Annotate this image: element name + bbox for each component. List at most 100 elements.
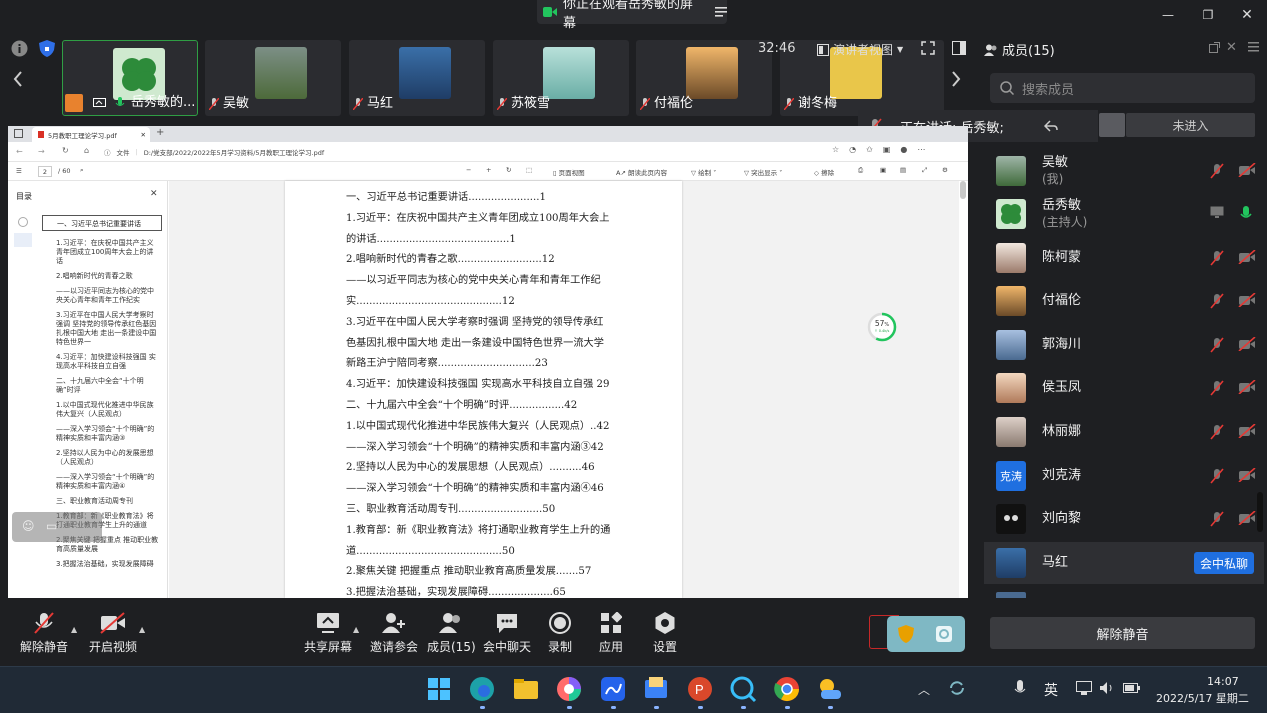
read-aloud-button[interactable]: A↗ 朗读此页内容 (616, 167, 667, 177)
powerpoint-icon[interactable]: P (685, 674, 715, 709)
video-thumbnail[interactable]: 马红 (349, 40, 485, 116)
member-row[interactable]: 陈柯蒙 (990, 237, 1260, 279)
sidebar-toggle-icon[interactable] (952, 41, 966, 55)
video-thumbnail[interactable]: 付福伦 (636, 40, 772, 116)
toc-item[interactable]: 1.以中国式现代化推进中华民族伟大复兴（人民观点） (56, 401, 160, 419)
video-thumbnail[interactable]: 吴敏 (205, 40, 341, 116)
expand-icon[interactable]: ⤢ (922, 166, 927, 175)
back-icon[interactable]: ← (16, 147, 23, 156)
mic-muted-icon[interactable] (1210, 293, 1224, 309)
shield-icon[interactable] (898, 625, 914, 643)
camera-off-icon[interactable] (1238, 293, 1256, 307)
toc-item[interactable]: 3.把握法治基础，实现发展障碍 (56, 560, 160, 569)
forward-icon[interactable]: → (38, 147, 45, 156)
save-as-icon[interactable]: ▤ (900, 166, 906, 174)
erase-button[interactable]: ◇ 擦除 (814, 167, 834, 177)
zoom-in-icon[interactable]: + (486, 166, 491, 174)
weather-app-icon[interactable] (815, 674, 845, 709)
fullscreen-icon[interactable] (921, 41, 935, 55)
toc-item[interactable]: ——深入学习领会“十个明确”的精神实质和丰富内涵④ (56, 473, 160, 491)
url-field[interactable]: ⓘ 文件 | D:/党支部/2022/2022年5月学习资料/5月教职工理论学习… (104, 145, 844, 159)
panel-scrollbar[interactable] (1257, 492, 1263, 532)
info-icon[interactable] (11, 40, 28, 57)
toc-item[interactable]: 4.习近平：加快建设科技强国 实现高水平科技自立自强 (56, 353, 160, 371)
camera-off-icon[interactable] (1238, 337, 1256, 351)
sync-icon[interactable] (948, 679, 966, 697)
popout-icon[interactable] (1209, 42, 1220, 53)
whiteboard-app-icon[interactable] (598, 674, 628, 709)
apps-button[interactable]: 应用 (599, 612, 623, 655)
close-toc-icon[interactable]: ✕ (150, 189, 158, 199)
edge-browser-icon[interactable] (467, 674, 497, 709)
start-video-button[interactable]: 开启视频 (89, 612, 137, 655)
page-number-input[interactable]: 2 (38, 166, 52, 177)
menu-icon[interactable] (1248, 42, 1259, 52)
settings-icon[interactable]: ⚙ (942, 166, 948, 174)
battery-icon[interactable] (1123, 682, 1141, 694)
extensions-icon[interactable]: ◔ (849, 145, 856, 154)
refresh-icon[interactable]: ↻ (62, 146, 69, 155)
mic-muted-icon[interactable] (1210, 424, 1224, 440)
toc-item[interactable]: ——深入学习领会“十个明确”的精神实质和丰富内涵③ (56, 425, 160, 443)
microphone-tray-icon[interactable] (1014, 680, 1026, 698)
camera-off-icon[interactable] (1238, 468, 1256, 482)
restore-button[interactable]: ❐ (1196, 4, 1220, 26)
member-row[interactable]: 林丽娜 (990, 411, 1260, 453)
member-row[interactable]: 岳秀敏 (主持人) (990, 193, 1260, 235)
meeting-app-icon[interactable] (728, 674, 758, 709)
print-icon[interactable]: ⎙ (858, 166, 863, 175)
tab-entered[interactable] (1099, 113, 1125, 137)
floating-reactions[interactable]: ☺ ▭ (12, 512, 102, 542)
camera-off-icon[interactable] (1238, 380, 1256, 394)
member-row[interactable]: 吴敏 (我) (990, 150, 1260, 192)
mic-muted-icon[interactable] (1210, 337, 1224, 353)
private-chat-button[interactable]: 会中私聊 (1194, 552, 1254, 574)
shield-icon[interactable] (39, 40, 55, 57)
zoom-out-icon[interactable]: − (466, 166, 471, 174)
toc-item[interactable]: 三、职业教育活动周专刊 (56, 497, 160, 506)
mic-muted-icon[interactable] (1210, 163, 1224, 179)
camera-off-icon[interactable] (1238, 511, 1256, 525)
camera-off-icon[interactable] (1238, 424, 1256, 438)
network-icon[interactable] (1076, 681, 1092, 695)
list-icon[interactable] (14, 233, 32, 247)
profile-icon[interactable]: ● (900, 145, 907, 154)
tray-overflow-icon[interactable]: ︿ (918, 681, 930, 698)
favorites-icon[interactable]: ✩ (866, 145, 873, 154)
chat-bubble-icon[interactable]: ▭ (46, 519, 57, 533)
close-panel-icon[interactable]: ✕ (1226, 40, 1237, 55)
fit-page-icon[interactable]: ⬚ (526, 166, 532, 174)
tab-actions-icon[interactable] (14, 129, 23, 138)
pdf-scrollbar[interactable] (960, 181, 966, 199)
volume-icon[interactable] (1099, 681, 1115, 695)
toc-item[interactable]: 二、十九届六中全会“十个明确”时评 (56, 377, 160, 395)
member-row[interactable]: 付福伦 (990, 280, 1260, 322)
member-row[interactable]: 刘向黎 (990, 498, 1260, 540)
screenshot-icon[interactable] (935, 625, 953, 643)
favorite-icon[interactable]: ☆ (832, 145, 839, 154)
mic-options-caret-icon[interactable]: ▲ (71, 625, 77, 634)
emoji-icon[interactable]: ☺ (22, 519, 35, 533)
strip-prev-arrow-icon[interactable] (12, 70, 24, 88)
member-row[interactable]: 克涛 刘克涛 (990, 455, 1260, 497)
folder-app-icon[interactable] (641, 674, 671, 709)
member-search-input[interactable]: 搜索成员 (990, 73, 1255, 103)
members-button[interactable]: 成员(15) (427, 612, 476, 655)
menu-icon[interactable] (715, 7, 727, 17)
close-tab-icon[interactable]: ✕ (141, 131, 146, 139)
close-window-button[interactable]: ✕ (1235, 4, 1259, 26)
search-icon[interactable]: ⌕ (80, 166, 84, 175)
start-menu-icon[interactable] (424, 674, 454, 704)
clock-time[interactable]: 14:07 (1207, 675, 1239, 688)
clock-date[interactable]: 2022/5/17 星期二 (1156, 690, 1249, 706)
video-options-caret-icon[interactable]: ▲ (139, 625, 145, 634)
minimize-button[interactable]: — (1156, 4, 1180, 26)
toc-item[interactable]: ——以习近平同志为核心的党中央关心青年和青年工作纪实 (56, 287, 160, 305)
camera-off-icon[interactable] (1238, 163, 1256, 177)
new-tab-icon[interactable]: + (156, 127, 164, 138)
toc-item-selected[interactable]: 一、习近平总书记重要讲话 (42, 215, 162, 231)
share-screen-button[interactable]: 共享屏幕 (304, 612, 352, 655)
chrome-icon[interactable] (772, 674, 802, 709)
floating-tool-widget[interactable] (887, 616, 965, 652)
toc-item[interactable]: 1.习近平：在庆祝中国共产主义青年团成立100周年大会上的讲话 (56, 239, 160, 266)
